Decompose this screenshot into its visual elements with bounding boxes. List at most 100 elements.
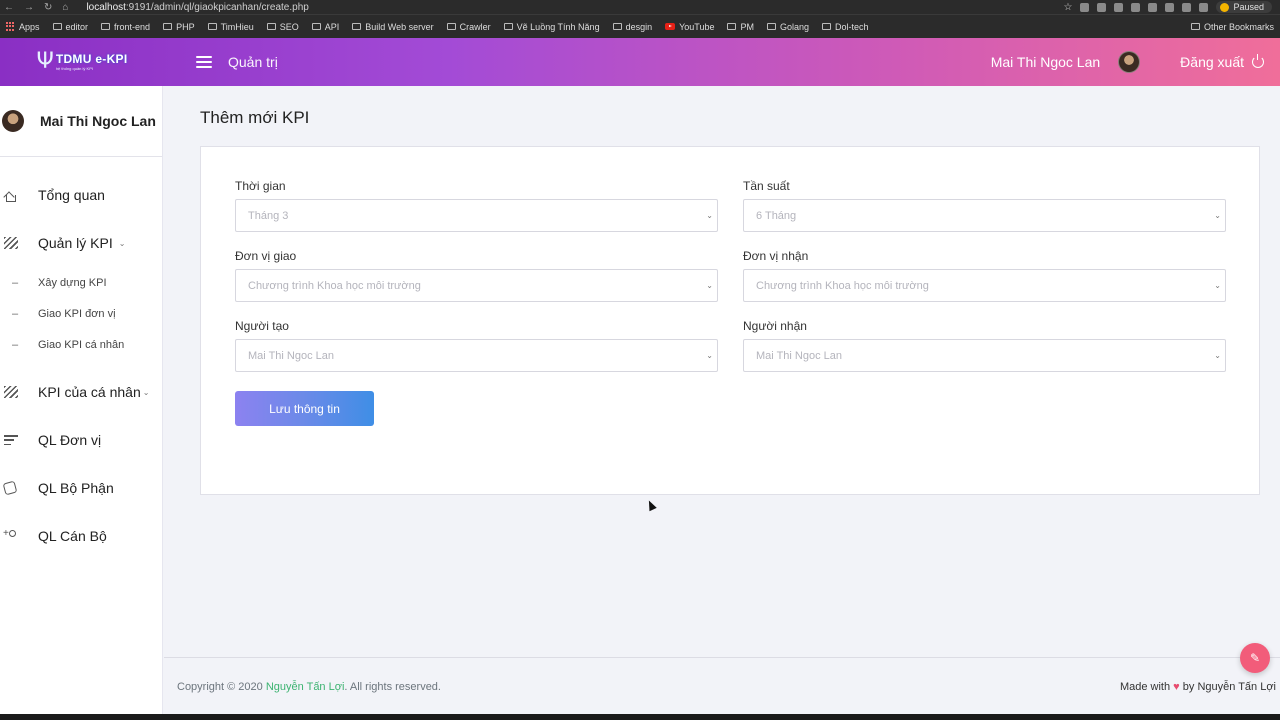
bookmark-folder[interactable]: Build Web server (352, 21, 434, 32)
browser-nav: ← → ↻ ⌂ (0, 2, 68, 13)
sidebar-profile-name: Mai Thi Ngoc Lan (40, 113, 156, 129)
copyright-suffix: . All rights reserved. (344, 681, 441, 693)
bookmark-folder[interactable]: PM (727, 22, 754, 32)
thoi-gian-select[interactable]: Tháng 3 ⌄ (235, 199, 718, 232)
field-nguoi-nhan: Người nhận Mai Thi Ngoc Lan ⌄ (743, 319, 1226, 372)
menu-toggle-icon[interactable] (196, 56, 212, 68)
select-value: Tháng 3 (248, 209, 289, 222)
bookmark-label: TimHieu (220, 21, 254, 32)
bookmark-apps[interactable]: Apps (6, 22, 40, 32)
select-value: 6 Tháng (756, 209, 797, 222)
power-icon (1252, 54, 1264, 68)
star-icon[interactable]: ☆ (1064, 2, 1073, 13)
field-nguoi-tao: Người tạo Mai Thi Ngoc Lan ⌄ (235, 319, 718, 372)
reload-icon[interactable]: ↻ (44, 2, 52, 13)
chart-hatch-icon (4, 237, 18, 249)
extension-icon[interactable] (1080, 2, 1090, 12)
chevron-down-icon: ⌄ (1214, 351, 1221, 360)
other-bookmarks[interactable]: Other Bookmarks (1190, 22, 1274, 32)
folder-icon (163, 23, 173, 30)
logo-tagline: hệ thống quản lý KPI (55, 66, 93, 71)
bookmark-folder[interactable]: desgin (612, 21, 653, 32)
field-label: Đơn vị nhận (743, 249, 809, 263)
url-path: :9191/admin/ql/giaokpicanhan/create.php (125, 1, 309, 13)
main-content: Thêm mới KPI Thời gian Tháng 3 ⌄ Tần suấ… (164, 86, 1280, 657)
sidebar-item-ql-can-bo[interactable]: QL Cán Bộ (0, 512, 162, 560)
sidebar-item-label: KPI của cá nhân (38, 384, 141, 400)
save-button[interactable]: Lưu thông tin (235, 391, 374, 426)
bookmark-folder[interactable]: Crawler (446, 22, 491, 32)
bookmark-youtube[interactable]: YouTube (665, 22, 714, 32)
badge-icon-wrap (0, 480, 38, 496)
bookmark-label: Build Web server (365, 21, 434, 32)
bookmark-folder[interactable]: front-end (101, 22, 150, 32)
sidebar-subitem-giao-kpi-don-vi[interactable]: – Giao KPI đơn vị (0, 298, 162, 329)
sidebar-item-tong-quan[interactable]: Tổng quan (0, 171, 162, 219)
author-link[interactable]: Nguyễn Tấn Lợi (266, 681, 345, 693)
back-icon[interactable]: ← (4, 2, 14, 13)
folder-icon (1190, 23, 1200, 30)
bookmark-label: Apps (19, 21, 40, 32)
bookmark-label: editor (65, 21, 89, 32)
folder-icon (207, 23, 217, 30)
paused-label: Paused (1233, 2, 1264, 12)
bookmark-folder[interactable]: PHP (163, 22, 195, 32)
chevron-down-icon: ⌄ (706, 351, 713, 360)
nguoi-nhan-select[interactable]: Mai Thi Ngoc Lan ⌄ (743, 339, 1226, 372)
bookmark-folder[interactable]: Golang (766, 22, 809, 32)
sidebar-item-label: QL Bộ Phận (38, 480, 114, 496)
home-icon (4, 190, 16, 202)
badge-icon (2, 480, 18, 496)
home-icon[interactable]: ⌂ (62, 2, 68, 13)
profile-paused-badge[interactable]: Paused (1216, 1, 1272, 13)
nguoi-tao-select[interactable]: Mai Thi Ngoc Lan ⌄ (235, 339, 718, 372)
sidebar-item-kpi-ca-nhan[interactable]: KPI của cá nhân ⌄ (0, 368, 162, 416)
folder-icon (822, 23, 832, 30)
don-vi-nhan-select[interactable]: Chương trình Khoa học môi trường ⌄ (743, 269, 1226, 302)
folder-icon (727, 23, 737, 30)
extension-icon[interactable] (1148, 2, 1158, 12)
chevron-down-icon: ⌄ (1214, 281, 1221, 290)
field-don-vi-nhan: Đơn vị nhận Chương trình Khoa học môi tr… (743, 249, 1226, 302)
folder-icon (311, 23, 321, 30)
logout-button[interactable]: Đăng xuất (1180, 54, 1264, 70)
extension-icon[interactable] (1131, 2, 1141, 12)
bookmark-folder[interactable]: API (311, 22, 339, 32)
folder-icon (52, 23, 62, 30)
user-add-icon (3, 528, 18, 542)
bookmark-folder[interactable]: Vẽ Luồng Tính Năng (503, 22, 600, 32)
bookmark-folder[interactable]: TimHieu (207, 21, 254, 32)
sidebar-item-ql-don-vi[interactable]: QL Đơn vị (0, 416, 162, 464)
extension-icon[interactable] (1182, 2, 1192, 12)
url-field[interactable]: localhost:9191/admin/ql/giaokpicanhan/cr… (86, 2, 308, 13)
logo[interactable]: Ψ TDMU e-KPI hệ thống quản lý KPI (0, 38, 164, 86)
bookmark-folder[interactable]: editor (52, 21, 89, 32)
header-username[interactable]: Mai Thi Ngoc Lan (991, 54, 1100, 70)
logo-title: TDMU e-KPI (55, 52, 128, 66)
bookmark-folder[interactable]: Dol-tech (822, 22, 869, 32)
bookmark-label: Dol-tech (835, 21, 869, 32)
copyright-prefix: Copyright © 2020 (177, 681, 263, 693)
folder-icon (101, 23, 111, 30)
sidebar-subitem-giao-kpi-ca-nhan[interactable]: – Giao KPI cá nhân (0, 329, 162, 360)
kpi-form-card: Thời gian Tháng 3 ⌄ Tần suất 6 Tháng ⌄ Đ… (200, 146, 1260, 495)
don-vi-giao-select[interactable]: Chương trình Khoa học môi trường ⌄ (235, 269, 718, 302)
folder-icon (446, 23, 456, 30)
avatar[interactable] (1118, 51, 1141, 73)
forward-icon[interactable]: → (24, 2, 34, 13)
extension-icon[interactable] (1165, 2, 1175, 12)
extension-icon[interactable] (1199, 2, 1209, 12)
extension-icon[interactable] (1114, 2, 1124, 12)
settings-fab-button[interactable]: ✎ (1240, 643, 1270, 673)
field-label: Thời gian (235, 179, 286, 193)
sidebar-item-ql-bo-phan[interactable]: QL Bộ Phận (0, 464, 162, 512)
sidebar-subitem-xay-dung-kpi[interactable]: – Xây dựng KPI (0, 267, 162, 298)
bookmark-label: desgin (625, 21, 653, 32)
tan-suat-select[interactable]: 6 Tháng ⌄ (743, 199, 1226, 232)
sidebar-item-quan-ly-kpi[interactable]: Quản lý KPI ⌄ (0, 219, 162, 267)
bookmark-folder[interactable]: SEO (266, 22, 299, 32)
made-with-prefix: Made with (1119, 681, 1171, 693)
bookmark-label: front-end (114, 21, 151, 32)
extension-icon[interactable] (1097, 2, 1107, 12)
list-icon (4, 435, 18, 445)
